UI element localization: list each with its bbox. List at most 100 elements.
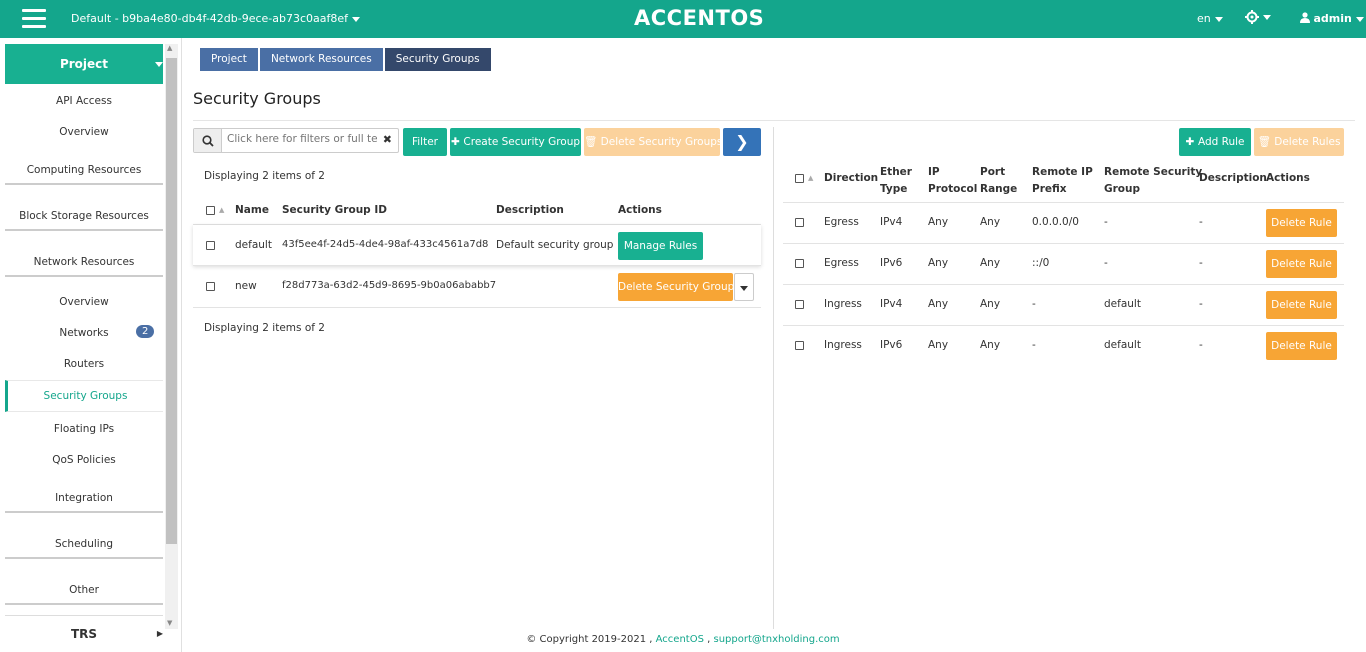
breadcrumb: Project Network Resources Security Group… bbox=[200, 48, 493, 71]
display-count-bottom: Displaying 2 items of 2 bbox=[204, 322, 325, 334]
col-direction[interactable]: Direction bbox=[824, 172, 878, 184]
top-bar: Default - b9ba4e80-db4f-42db-9ece-ab73c0… bbox=[0, 0, 1366, 38]
tenant-selector[interactable]: Default - b9ba4e80-db4f-42db-9ece-ab73c0… bbox=[71, 12, 361, 25]
sidebar-item-label: Other bbox=[69, 584, 99, 596]
language-label: en bbox=[1197, 12, 1211, 25]
rule-checkbox[interactable] bbox=[795, 218, 804, 227]
sidebar-item-api-access[interactable]: API Access bbox=[5, 95, 163, 107]
sidebar-item-label: QoS Policies bbox=[52, 454, 116, 466]
rule-description: - bbox=[1199, 298, 1203, 310]
chevron-right-icon[interactable]: ❯ bbox=[723, 128, 761, 156]
create-security-group-button[interactable]: ✚ Create Security Group bbox=[450, 128, 581, 156]
rule-row[interactable]: Ingress IPv4 Any Any - default - Delete … bbox=[783, 285, 1344, 326]
user-menu[interactable]: admin bbox=[1300, 12, 1364, 25]
sidebar-item-block-storage[interactable]: Block Storage Resources bbox=[5, 210, 163, 231]
breadcrumb-network-resources[interactable]: Network Resources bbox=[259, 48, 383, 71]
col-remote-security-group[interactable]: Remote Security Group bbox=[1104, 164, 1202, 198]
add-rule-button[interactable]: ✚ Add Rule bbox=[1179, 128, 1251, 156]
sort-icon[interactable]: ▲ bbox=[219, 206, 224, 214]
sidebar-item-routers[interactable]: Routers bbox=[5, 358, 163, 370]
select-all-rules-checkbox[interactable] bbox=[795, 174, 804, 183]
col-remote-ip-prefix[interactable]: Remote IP Prefix bbox=[1032, 164, 1093, 198]
close-icon[interactable]: ✖ bbox=[383, 133, 392, 146]
sidebar-item-other[interactable]: Other bbox=[5, 584, 163, 605]
col-ip-protocol-line2: Protocol bbox=[928, 183, 978, 195]
sidebar-item-overview[interactable]: Overview bbox=[5, 126, 163, 138]
row-checkbox[interactable] bbox=[206, 282, 215, 291]
caret-down-icon bbox=[1263, 14, 1271, 20]
delete-security-group-button[interactable]: Delete Security Group bbox=[618, 273, 734, 301]
scroll-down-icon[interactable]: ▼ bbox=[167, 619, 172, 627]
settings-menu[interactable] bbox=[1245, 10, 1271, 24]
delete-rule-button[interactable]: Delete Rule bbox=[1266, 291, 1337, 319]
col-id[interactable]: Security Group ID bbox=[282, 204, 387, 216]
sidebar-item-network-overview[interactable]: Overview bbox=[5, 296, 163, 308]
col-name[interactable]: Name bbox=[235, 204, 269, 216]
rule-port-range: Any bbox=[980, 216, 1001, 228]
rule-direction: Egress bbox=[824, 257, 859, 269]
sidebar-item-scheduling[interactable]: Scheduling bbox=[5, 538, 163, 559]
delete-rules-button[interactable]: 🗑 Delete Rules bbox=[1254, 128, 1344, 156]
sidebar-item-floating-ips[interactable]: Floating IPs bbox=[5, 423, 163, 435]
col-remote-ip-prefix-line1: Remote IP bbox=[1032, 166, 1093, 178]
delete-rule-button[interactable]: Delete Rule bbox=[1266, 250, 1337, 278]
search-icon[interactable] bbox=[194, 129, 222, 152]
sidebar-project[interactable]: Project bbox=[5, 44, 163, 84]
table-row[interactable]: new f28d773a-63d2-45d9-8695-9b0a06ababb7… bbox=[193, 266, 761, 308]
breadcrumb-security-groups: Security Groups bbox=[384, 48, 491, 71]
col-remote-security-group-line1: Remote Security bbox=[1104, 166, 1203, 178]
rule-row[interactable]: Egress IPv6 Any Any ::/0 - - Delete Rule bbox=[783, 244, 1344, 285]
sidebar-item-network-resources[interactable]: Network Resources bbox=[5, 256, 163, 277]
footer-email-link[interactable]: support@tnxholding.com bbox=[713, 634, 839, 645]
col-description[interactable]: Description bbox=[496, 204, 564, 216]
footer-brand-link[interactable]: AccentOS bbox=[656, 634, 704, 645]
col-rule-description[interactable]: Description bbox=[1199, 172, 1267, 184]
col-ip-protocol[interactable]: IP Protocol bbox=[928, 164, 977, 198]
caret-down-icon bbox=[740, 285, 748, 291]
delete-security-groups-button[interactable]: 🗑 Delete Security Groups bbox=[584, 128, 722, 156]
sidebar-item-security-groups[interactable]: Security Groups bbox=[5, 380, 163, 412]
scroll-up-icon[interactable]: ▲ bbox=[167, 44, 172, 52]
col-port-range-line1: Port bbox=[980, 166, 1006, 178]
search-box[interactable]: ✖ bbox=[193, 128, 399, 153]
rule-row[interactable]: Egress IPv4 Any Any 0.0.0.0/0 - - Delete… bbox=[783, 203, 1344, 244]
filter-button[interactable]: Filter bbox=[403, 128, 447, 156]
rule-row[interactable]: Ingress IPv6 Any Any - default - Delete … bbox=[783, 326, 1344, 367]
row-actions-dropdown[interactable] bbox=[734, 273, 754, 301]
add-rule-label: Add Rule bbox=[1197, 136, 1245, 148]
delete-rules-label: Delete Rules bbox=[1274, 136, 1341, 148]
rule-checkbox[interactable] bbox=[795, 259, 804, 268]
sidebar-scrollbar-thumb[interactable] bbox=[166, 58, 177, 544]
row-id: f28d773a-63d2-45d9-8695-9b0a06ababb7 bbox=[282, 280, 497, 291]
sidebar-item-integration[interactable]: Integration bbox=[5, 492, 163, 513]
plus-icon: ✚ bbox=[450, 136, 464, 148]
delete-rule-button[interactable]: Delete Rule bbox=[1266, 209, 1337, 237]
breadcrumb-project[interactable]: Project bbox=[200, 48, 258, 71]
col-remote-security-group-line2: Group bbox=[1104, 183, 1141, 195]
language-selector[interactable]: en bbox=[1197, 12, 1223, 25]
menu-icon[interactable] bbox=[22, 9, 46, 29]
sort-icon[interactable]: ▲ bbox=[808, 174, 813, 182]
sidebar-item-label: Network Resources bbox=[33, 256, 135, 268]
rule-remote-group: - bbox=[1104, 216, 1108, 228]
sidebar-item-qos-policies[interactable]: QoS Policies bbox=[5, 454, 163, 466]
footer-copyright: © Copyright 2019-2021 , bbox=[526, 634, 653, 645]
col-port-range[interactable]: Port Range bbox=[980, 164, 1017, 198]
sidebar: Project API Access Overview Computing Re… bbox=[0, 38, 182, 652]
table-row[interactable]: default 43f5ee4f-24d5-4de4-98af-433c4561… bbox=[193, 225, 761, 266]
col-ether-type[interactable]: Ether Type bbox=[880, 164, 912, 198]
sidebar-item-computing-resources[interactable]: Computing Resources bbox=[5, 164, 163, 185]
footer-separator: , bbox=[707, 634, 711, 645]
rule-ether-type: IPv6 bbox=[880, 339, 903, 351]
rule-remote-prefix: - bbox=[1032, 339, 1036, 351]
rule-checkbox[interactable] bbox=[795, 300, 804, 309]
rule-remote-group: - bbox=[1104, 257, 1108, 269]
gear-icon bbox=[1245, 10, 1259, 24]
rule-checkbox[interactable] bbox=[795, 341, 804, 350]
row-checkbox[interactable] bbox=[206, 241, 215, 250]
select-all-checkbox[interactable] bbox=[206, 206, 215, 215]
sidebar-item-networks[interactable]: Networks 2 bbox=[5, 325, 163, 339]
search-input[interactable] bbox=[227, 133, 377, 145]
manage-rules-button[interactable]: Manage Rules bbox=[618, 232, 703, 260]
delete-rule-button[interactable]: Delete Rule bbox=[1266, 332, 1337, 360]
